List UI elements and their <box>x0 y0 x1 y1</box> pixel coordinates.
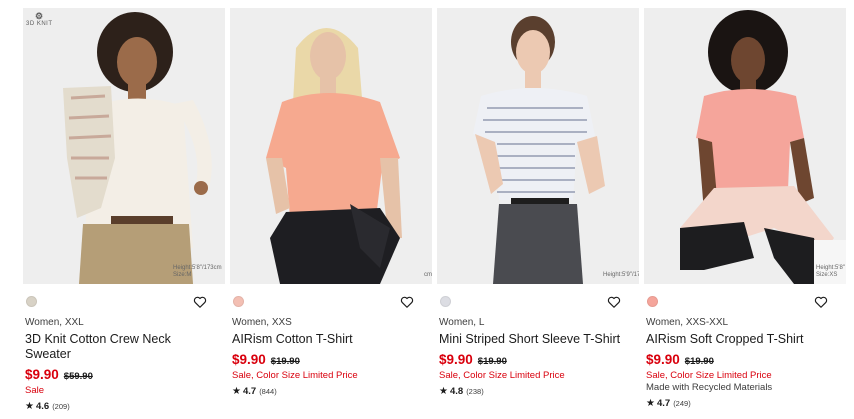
heart-icon[interactable] <box>607 295 621 309</box>
color-swatch[interactable] <box>440 296 451 307</box>
promo-flags: Sale <box>25 385 45 396</box>
product-card[interactable]: ⚙ 3D KNIT Height:5'8"/173cm Size:M Women… <box>23 8 225 419</box>
product-image[interactable]: Height:5'9"/174cm <box>437 8 639 284</box>
product-image[interactable]: ⚙ 3D KNIT Height:5'8"/173cm Size:M <box>23 8 225 284</box>
color-swatch[interactable] <box>233 296 244 307</box>
star-icon: ★ <box>439 386 448 397</box>
product-gender-size: Women, XXL <box>25 317 84 328</box>
star-icon: ★ <box>646 398 655 409</box>
promo-flags: Sale, Color Size Limited Price <box>646 370 772 381</box>
3d-knit-badge: ⚙ 3D KNIT <box>26 11 53 27</box>
original-price: $19.90 <box>477 356 507 367</box>
review-count: (249) <box>673 399 691 408</box>
model-photo <box>230 8 432 284</box>
model-size-note: Height:5'8"/173cm Size:M <box>173 265 222 278</box>
price-row: $9.90 $19.90 <box>232 351 300 369</box>
product-name[interactable]: 3D Knit Cotton Crew Neck Sweater <box>25 332 220 362</box>
product-rating: ★ 4.6 (209) <box>25 401 70 412</box>
original-price: $19.90 <box>684 356 714 367</box>
model-size-note: cm <box>424 272 432 278</box>
price-row: $9.90 $59.90 <box>25 366 93 384</box>
product-gender-size: Women, XXS-XXL <box>646 317 729 328</box>
color-swatches <box>437 295 621 309</box>
product-image[interactable]: Height:5'8" Size:XS <box>644 8 846 284</box>
color-swatches <box>230 295 414 309</box>
product-card[interactable]: Height:5'9"/174cm Women, L Mini Striped … <box>437 8 639 419</box>
rating-value: 4.7 <box>656 398 671 409</box>
model-size-note: Height:5'8" Size:XS <box>816 265 845 278</box>
3d-knit-icon: ⚙ <box>34 11 44 21</box>
product-rating: ★ 4.7 (844) <box>232 386 277 397</box>
sale-price: $9.90 <box>646 352 680 367</box>
promo-flags: Sale, Color Size Limited Price <box>232 370 358 381</box>
color-swatch[interactable] <box>26 296 37 307</box>
original-price: $59.90 <box>63 371 93 382</box>
sale-price: $9.90 <box>25 367 59 382</box>
heart-icon[interactable] <box>814 295 828 309</box>
model-photo <box>437 8 639 284</box>
star-icon: ★ <box>25 401 34 412</box>
product-name[interactable]: Mini Striped Short Sleeve T-Shirt <box>439 332 634 347</box>
product-rating: ★ 4.8 (238) <box>439 386 484 397</box>
model-photo <box>23 8 225 284</box>
promo-flags: Sale, Color Size Limited Price <box>439 370 565 381</box>
color-swatches <box>644 295 828 309</box>
product-card[interactable]: Height:5'8" Size:XS Women, XXS-XXL AIRis… <box>644 8 846 419</box>
sale-price: $9.90 <box>439 352 473 367</box>
star-icon: ★ <box>232 386 241 397</box>
rating-value: 4.7 <box>242 386 257 397</box>
sale-price: $9.90 <box>232 352 266 367</box>
rating-value: 4.8 <box>449 386 464 397</box>
model-photo <box>644 8 846 284</box>
price-row: $9.90 $19.90 <box>646 351 714 369</box>
heart-icon[interactable] <box>193 295 207 309</box>
original-price: $19.90 <box>270 356 300 367</box>
product-card[interactable]: cm Women, XXS AIRism Cotton T-Shirt $9.9… <box>230 8 432 419</box>
material-note: Made with Recycled Materials <box>646 382 773 393</box>
color-swatches <box>23 295 207 309</box>
product-rating: ★ 4.7 (249) <box>646 398 691 409</box>
product-name[interactable]: AIRism Soft Cropped T-Shirt <box>646 332 841 347</box>
review-count: (209) <box>52 402 70 411</box>
review-count: (844) <box>259 387 277 396</box>
product-grid: ⚙ 3D KNIT Height:5'8"/173cm Size:M Women… <box>23 8 846 419</box>
product-name[interactable]: AIRism Cotton T-Shirt <box>232 332 427 347</box>
heart-icon[interactable] <box>400 295 414 309</box>
rating-value: 4.6 <box>35 401 50 412</box>
product-gender-size: Women, L <box>439 317 485 328</box>
model-size-note: Height:5'9"/174cm <box>603 272 639 278</box>
product-gender-size: Women, XXS <box>232 317 292 328</box>
review-count: (238) <box>466 387 484 396</box>
color-swatch[interactable] <box>647 296 658 307</box>
price-row: $9.90 $19.90 <box>439 351 507 369</box>
product-image[interactable]: cm <box>230 8 432 284</box>
